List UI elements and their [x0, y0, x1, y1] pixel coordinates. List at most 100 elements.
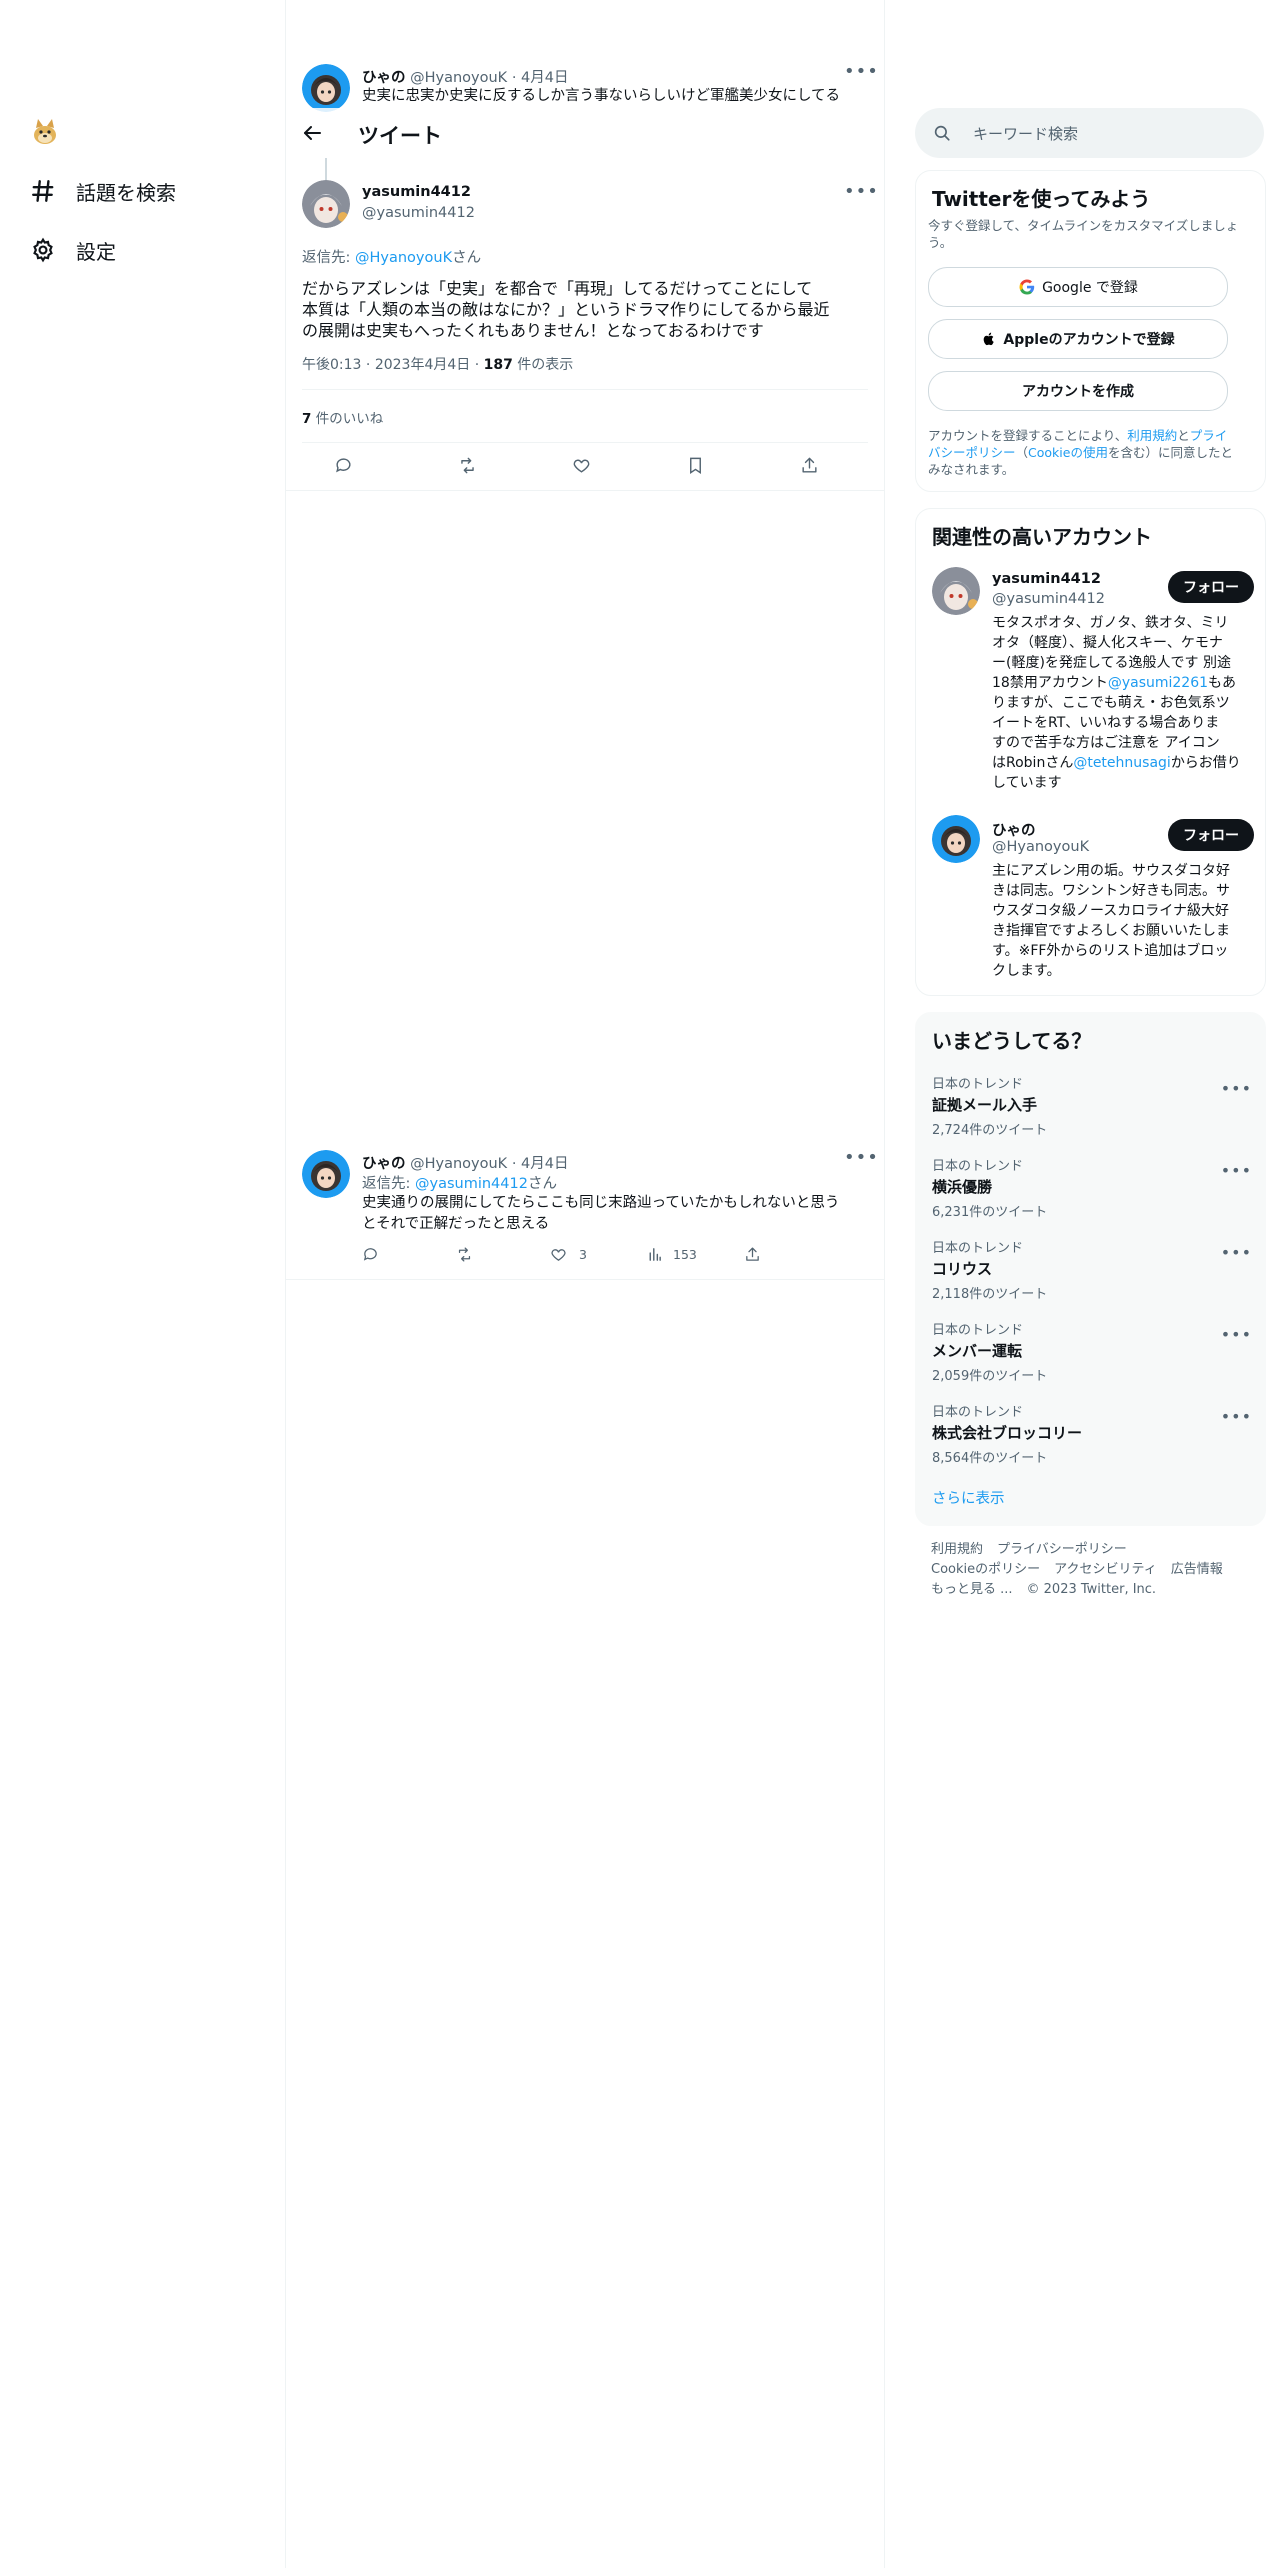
avatar[interactable] — [302, 180, 350, 228]
handle[interactable]: @HyanoyouK — [410, 1156, 507, 1172]
google-logo-icon — [1019, 279, 1035, 295]
reply-mention-link[interactable]: @HyanoyouK — [355, 250, 452, 266]
more-options-icon[interactable]: ••• — [844, 183, 878, 202]
related-accounts-card: 関連性の高いアカウント yasumin4412 @yasumin4412 フォロ… — [915, 508, 1266, 996]
trend-topic: 株式会社ブロッコリー — [932, 1424, 1083, 1442]
more-options-icon[interactable]: ••• — [1221, 1161, 1252, 1180]
tweet-date[interactable]: 4月4日 — [521, 1156, 568, 1172]
heart-icon — [573, 459, 590, 473]
tweet-date[interactable]: 2023年4月4日 — [375, 357, 470, 373]
like-button[interactable] — [572, 456, 591, 479]
trend-item[interactable]: 日本のトレンド 横浜優勝 6,231件のツイート ••• — [932, 1155, 1252, 1220]
avatar[interactable] — [932, 567, 980, 615]
reply-prefix: 返信先: — [362, 1176, 415, 1192]
account-name[interactable]: ひゃの — [992, 819, 1036, 840]
footer-link-privacy[interactable]: プライバシーポリシー — [997, 1542, 1127, 1557]
gear-icon — [33, 237, 53, 263]
trend-topic: 横浜優勝 — [932, 1178, 993, 1196]
legal-text: （ — [1015, 445, 1029, 460]
handle[interactable]: @HyanoyouK — [410, 70, 507, 86]
nav-label-explore: 話題を検索 — [76, 180, 176, 205]
footer-link-accessibility[interactable]: アクセシビリティ — [1054, 1562, 1157, 1577]
tweet-text-line: 本質は「人類の本当の敵はなにか？」というドラマ作りにしてるから最近 — [302, 300, 830, 319]
more-options-icon[interactable]: ••• — [844, 63, 878, 82]
bio-line: き指揮官ですよろしくお願いいたしま — [992, 923, 1230, 939]
terms-link[interactable]: 利用規約 — [1127, 428, 1177, 443]
privacy-link[interactable]: プライ — [1190, 428, 1228, 443]
bio-mention-link[interactable]: @tetehnusagi — [1073, 755, 1170, 771]
more-options-icon[interactable]: ••• — [1221, 1325, 1252, 1344]
footer-links: 利用規約 プライバシーポリシー Cookieのポリシー アクセシビリティ 広告情報 も… — [931, 1540, 1237, 1600]
nav-label-settings: 設定 — [76, 239, 116, 264]
create-account-button[interactable]: アカウントを作成 — [928, 371, 1228, 411]
share-button[interactable] — [744, 1246, 761, 1267]
footer-more-link[interactable]: もっと見る ... — [931, 1582, 1013, 1597]
bookmark-button[interactable] — [686, 456, 705, 479]
footer-link-terms[interactable]: 利用規約 — [931, 1542, 983, 1557]
more-options-icon[interactable]: ••• — [1221, 1243, 1252, 1262]
avatar[interactable] — [932, 815, 980, 863]
bio-line: オタ（軽度）、擬人化スキー、ケモナ — [992, 635, 1223, 651]
tweet-date[interactable]: 4月4日 — [521, 70, 568, 86]
legal-text: みなされます。 — [928, 462, 1015, 477]
views-button[interactable]: 153 — [646, 1246, 697, 1263]
reply-button[interactable] — [362, 1246, 379, 1267]
reply-prefix: 返信先: — [302, 250, 355, 266]
divider — [302, 442, 868, 443]
parent-tweet[interactable]: ひゃの @HyanoyouK · 4月4日 史実に忠実か史実に反するしか言う事な… — [302, 63, 878, 114]
bio-line: りますが、ここでも萌え・お色気系ツ — [992, 695, 1230, 711]
tweet-time[interactable]: 午後0:13 — [302, 357, 361, 373]
search-input[interactable] — [971, 108, 1245, 160]
reply-button[interactable] — [334, 456, 353, 479]
search-box[interactable] — [915, 108, 1264, 160]
trend-item[interactable]: 日本のトレンド 株式会社ブロッコリー 8,564件のツイート ••• — [932, 1401, 1252, 1466]
back-arrow-icon[interactable] — [300, 121, 324, 145]
divider — [302, 389, 868, 390]
reply-mention-link[interactable]: @yasumin4412 — [415, 1176, 528, 1192]
bio-text: もあ — [1208, 675, 1237, 691]
footer-link-cookie[interactable]: Cookieのポリシー — [931, 1562, 1040, 1577]
display-name[interactable]: ひゃの — [362, 70, 406, 86]
display-name[interactable]: yasumin4412 — [362, 184, 471, 200]
display-name[interactable]: ひゃの — [362, 1156, 406, 1172]
privacy-link[interactable]: バシーポリシー — [928, 445, 1016, 460]
more-options-icon[interactable]: ••• — [844, 1149, 878, 1168]
retweet-button[interactable] — [458, 456, 477, 479]
trend-item[interactable]: 日本のトレンド メンバー運転 2,059件のツイート ••• — [932, 1319, 1252, 1384]
account-handle[interactable]: @HyanoyouK — [992, 839, 1089, 855]
reply-tweet[interactable]: ひゃの @HyanoyouK · 4月4日 ••• 返信先: @yasumin4… — [302, 1149, 878, 1270]
avatar[interactable] — [302, 1150, 350, 1198]
google-signup-button[interactable]: Google で登録 — [928, 267, 1228, 307]
trend-context: 日本のトレンド — [932, 1323, 1024, 1338]
trend-item[interactable]: 日本のトレンド コリウス 2,118件のツイート ••• — [932, 1237, 1252, 1302]
account-name[interactable]: yasumin4412 — [992, 571, 1101, 587]
trend-item[interactable]: 日本のトレンド 証拠メール入手 2,724件のツイート ••• — [932, 1073, 1252, 1138]
account-handle[interactable]: @yasumin4412 — [992, 591, 1105, 607]
show-more-link[interactable]: さらに表示 — [932, 1487, 1005, 1508]
bio-mention-link[interactable]: @yasumi2261 — [1108, 675, 1208, 691]
trends-card: いまどうしてる？ 日本のトレンド 証拠メール入手 2,724件のツイート •••… — [915, 1012, 1266, 1526]
bio-line: 主にアズレン用の垢。サウスダコタ好 — [992, 863, 1230, 879]
apple-signup-button[interactable]: Appleのアカウントで登録 — [928, 319, 1228, 359]
share-button[interactable] — [800, 456, 819, 479]
footer-link-ads[interactable]: 広告情報 — [1171, 1562, 1223, 1577]
bio-line: モタスポオタ、ガノタ、鉄オタ、ミリ — [992, 615, 1229, 631]
cookie-link[interactable]: Cookieの使用 — [1028, 445, 1108, 460]
bio-line: きは同志。ワシントン好きも同志。サ — [992, 883, 1230, 899]
more-options-icon[interactable]: ••• — [1221, 1407, 1252, 1426]
more-options-icon[interactable]: ••• — [1221, 1079, 1252, 1098]
likes-summary[interactable]: 7 件のいいね — [302, 407, 383, 427]
related-account[interactable]: ひゃの @HyanoyouK フォロー 主にアズレン用の垢。サウスダコタ好 きは… — [932, 815, 1254, 985]
subtitle-line: う。 — [928, 235, 953, 250]
avatar[interactable] — [302, 64, 350, 112]
follow-button[interactable]: フォロー — [1168, 571, 1254, 603]
follow-button[interactable]: フォロー — [1168, 819, 1254, 851]
trend-count: 8,564件のツイート — [932, 1451, 1048, 1466]
nav-item-settings[interactable]: 設定 — [30, 230, 116, 270]
like-button[interactable]: 3 — [550, 1246, 587, 1263]
doge-logo-icon[interactable] — [30, 116, 60, 146]
handle[interactable]: @yasumin4412 — [362, 205, 475, 221]
retweet-button[interactable] — [456, 1246, 473, 1267]
nav-item-explore[interactable]: 話題を検索 — [30, 171, 176, 211]
related-account[interactable]: yasumin4412 @yasumin4412 フォロー モタスポオタ、ガノタ… — [932, 567, 1254, 807]
